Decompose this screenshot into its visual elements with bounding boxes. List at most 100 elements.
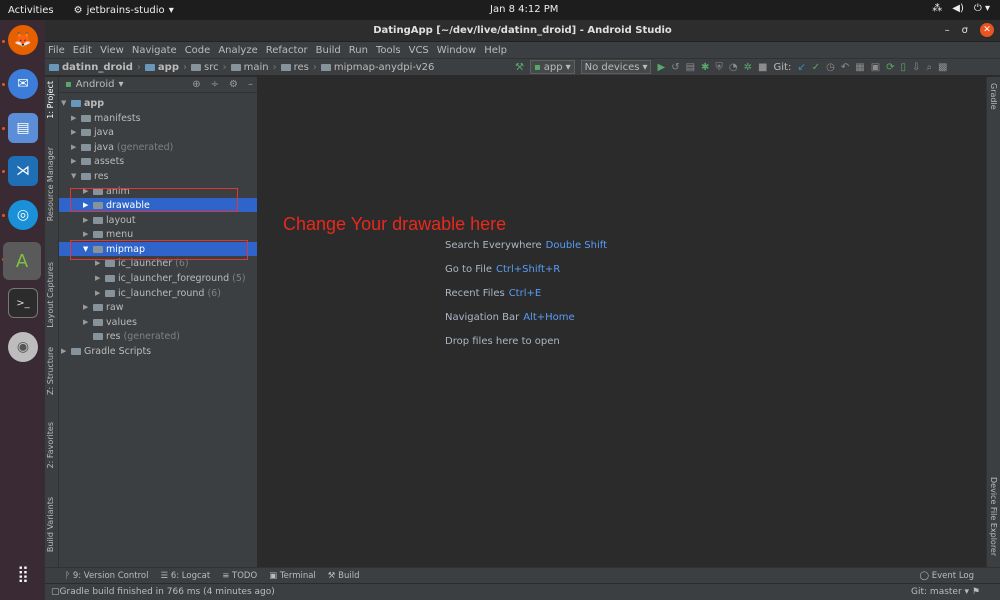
breadcrumb-item[interactable]: app [144, 62, 179, 73]
coverage-icon[interactable]: ⛨ [715, 62, 723, 73]
attach-debugger-icon[interactable]: ✲ [744, 62, 752, 73]
menu-tools[interactable]: Tools [376, 45, 401, 56]
breadcrumb-item[interactable]: mipmap-anydpi-v26 [320, 62, 434, 73]
menu-refactor[interactable]: Refactor [266, 45, 308, 56]
make-project-icon[interactable]: ⚒ [515, 62, 524, 73]
menu-code[interactable]: Code [185, 45, 211, 56]
breadcrumb-item[interactable]: src [190, 62, 219, 73]
disk-icon[interactable]: ◉ [8, 332, 38, 362]
menu-edit[interactable]: Edit [73, 45, 92, 56]
show-applications-icon[interactable]: ⣿ [8, 558, 38, 588]
collapse-all-icon[interactable]: ÷ [211, 79, 219, 90]
menu-view[interactable]: View [100, 45, 124, 56]
git-history-icon[interactable]: ◷ [826, 62, 835, 73]
tree-item-menu[interactable]: ▶ menu [59, 227, 257, 241]
collapsed-arrow-icon[interactable]: ▶ [83, 230, 93, 238]
run-config-dropdown[interactable]: ▪ app ▾ [529, 60, 575, 74]
breadcrumb-item[interactable]: datinn_droid [49, 62, 133, 73]
collapsed-arrow-icon[interactable]: ▶ [95, 289, 105, 297]
android-studio-icon[interactable]: A [3, 242, 41, 280]
collapsed-arrow-icon[interactable]: ▶ [71, 114, 81, 122]
breadcrumb-item[interactable]: res [280, 62, 309, 73]
tab-event-log[interactable]: ◯ Event Log [920, 571, 974, 581]
collapsed-arrow-icon[interactable]: ▶ [83, 303, 93, 311]
window-titlebar[interactable]: DatingApp [~/dev/live/datinn_droid] - An… [45, 20, 1000, 42]
tree-item-assets[interactable]: ▶ assets [59, 154, 257, 168]
collapsed-arrow-icon[interactable]: ▶ [83, 318, 93, 326]
tree-item-ic-launcher-round[interactable]: ▶ ic_launcher_round (6) [59, 286, 257, 300]
locate-icon[interactable]: ⊕ [192, 79, 200, 90]
stop-icon[interactable]: ■ [758, 62, 767, 73]
git-rollback-icon[interactable]: ↶ [841, 62, 849, 73]
collapsed-arrow-icon[interactable]: ▶ [95, 274, 105, 282]
editor-area[interactable]: Change Your drawable here Search Everywh… [257, 77, 986, 567]
tree-item-java[interactable]: ▶ java (generated) [59, 140, 257, 154]
settings-icon[interactable]: ▩ [938, 62, 947, 73]
collapsed-arrow-icon[interactable]: ▶ [71, 157, 81, 165]
file-manager-icon[interactable]: ▤ [8, 113, 38, 143]
sdk-manager-icon[interactable]: ⇩ [912, 62, 920, 73]
tree-item-app[interactable]: ▼ app [59, 96, 257, 110]
gear-icon[interactable]: ⚙ [229, 79, 238, 90]
run-icon[interactable]: ▶ [657, 62, 665, 73]
expanded-arrow-icon[interactable]: ▼ [71, 172, 81, 180]
tree-item-java[interactable]: ▶ java [59, 125, 257, 139]
project-structure-icon[interactable]: ▦ [855, 62, 864, 73]
search-icon[interactable]: ⌕ [926, 62, 932, 73]
power-icon[interactable]: ⏻ ▾ [974, 3, 990, 14]
app-menu[interactable]: ⚙ jetbrains-studio ▾ [74, 5, 174, 16]
device-dropdown[interactable]: No devices ▾ [580, 60, 652, 74]
collapsed-arrow-icon[interactable]: ▶ [71, 128, 81, 136]
tree-item-values[interactable]: ▶ values [59, 315, 257, 329]
vscode-icon[interactable]: ⋊ [8, 156, 38, 186]
tab-favorites[interactable]: 2: Favorites [46, 422, 55, 468]
tab-version-control[interactable]: ᚹ 9: Version Control [65, 571, 148, 581]
tab-todo[interactable]: ≡ TODO [222, 571, 257, 581]
tab-structure[interactable]: Z: Structure [46, 347, 55, 395]
tab-device-file-explorer[interactable]: Device File Explorer [989, 477, 998, 556]
thunderbird-icon[interactable]: ✉ [8, 69, 38, 99]
activities-button[interactable]: Activities [0, 5, 62, 16]
avd-manager-icon[interactable]: ▯ [901, 62, 907, 73]
apply-changes-icon[interactable]: ↺ [671, 62, 679, 73]
tab-project[interactable]: 1: Project [46, 81, 55, 119]
clock[interactable]: Jan 8 4:12 PM [490, 4, 558, 15]
debug-icon[interactable]: ✱ [701, 62, 709, 73]
firefox-icon[interactable]: 🦊 [8, 25, 38, 55]
tree-item-gradle-scripts[interactable]: ▶ Gradle Scripts [59, 344, 257, 358]
git-commit-icon[interactable]: ✓ [812, 62, 820, 73]
close-icon[interactable]: ✕ [980, 23, 994, 37]
menu-file[interactable]: File [48, 45, 65, 56]
tab-layout-captures[interactable]: Layout Captures [46, 262, 55, 328]
tab-gradle[interactable]: Gradle [989, 83, 998, 110]
tree-item-raw[interactable]: ▶ raw [59, 300, 257, 314]
tree-item-res[interactable]: res (generated) [59, 329, 257, 343]
tab-build[interactable]: ⚒ Build [328, 571, 360, 581]
menu-navigate[interactable]: Navigate [132, 45, 177, 56]
tree-item-ic-launcher-foreground[interactable]: ▶ ic_launcher_foreground (5) [59, 271, 257, 285]
apply-code-changes-icon[interactable]: ▤ [686, 62, 695, 73]
network-icon[interactable]: ⁂ [932, 3, 942, 14]
postman-icon[interactable]: ◎ [8, 200, 38, 230]
system-tray[interactable]: ⁂ ◀) ⏻ ▾ [932, 3, 990, 14]
git-update-icon[interactable]: ↙ [797, 62, 805, 73]
git-branch-widget[interactable]: Git: master ▾ ⚑ [911, 587, 980, 597]
menu-analyze[interactable]: Analyze [218, 45, 257, 56]
status-toggle-icon[interactable]: ▢ [51, 587, 60, 597]
collapsed-arrow-icon[interactable]: ▶ [61, 347, 71, 355]
terminal-icon[interactable]: >_ [8, 288, 38, 318]
volume-icon[interactable]: ◀) [952, 3, 964, 14]
menu-run[interactable]: Run [349, 45, 368, 56]
menu-window[interactable]: Window [437, 45, 476, 56]
maximize-icon[interactable]: σ [962, 25, 968, 36]
status-message[interactable]: Gradle build finished in 766 ms (4 minut… [60, 587, 275, 597]
tree-item-layout[interactable]: ▶ layout [59, 213, 257, 227]
hide-icon[interactable]: – [248, 79, 253, 90]
tree-item-manifests[interactable]: ▶ manifests [59, 111, 257, 125]
project-view-selector[interactable]: Android [76, 79, 115, 90]
tab-resource-manager[interactable]: Resource Manager [46, 147, 55, 221]
profile-icon[interactable]: ◔ [729, 62, 738, 73]
breadcrumb-item[interactable]: main [230, 62, 269, 73]
menu-help[interactable]: Help [484, 45, 507, 56]
tree-item-res[interactable]: ▼ res [59, 169, 257, 183]
